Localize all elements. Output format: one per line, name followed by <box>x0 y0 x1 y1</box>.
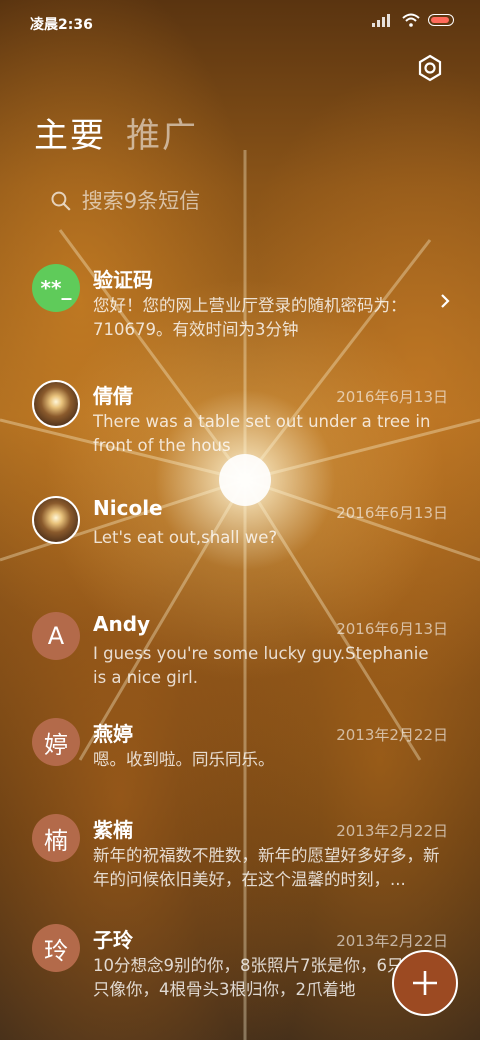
message-date: 2016年6月13日 <box>336 504 448 522</box>
avatar: 婷 <box>32 718 80 766</box>
list-item-andy[interactable]: A Andy 2016年6月13日 I guess you're some lu… <box>0 604 480 710</box>
list-item-zinan[interactable]: 楠 紫楠 2013年2月22日 新年的祝福数不胜数，新年的愿望好多好多，新年的问… <box>0 806 480 916</box>
message-date: 2013年2月22日 <box>336 726 448 744</box>
compose-button[interactable] <box>392 950 458 1016</box>
search-input[interactable] <box>79 188 460 214</box>
sender-name: 紫楠 <box>93 818 133 842</box>
message-date: 2016年6月13日 <box>336 620 448 638</box>
avatar <box>32 496 80 544</box>
message-snippet: There was a table set out under a tree i… <box>93 412 431 455</box>
message-snippet: 新年的祝福数不胜数，新年的愿望好多好多，新年的问候依旧美好，在这个温馨的时刻，.… <box>93 846 440 889</box>
list-item-nicole[interactable]: Nicole 2016年6月13日 Let's eat out,shall we… <box>0 488 480 604</box>
search-icon <box>51 191 71 211</box>
chevron-right-icon[interactable] <box>438 292 452 310</box>
sender-name: 燕婷 <box>93 722 133 746</box>
list-item-yanting[interactable]: 婷 燕婷 2013年2月22日 嗯。收到啦。同乐同乐。 <box>0 710 480 806</box>
message-list: **_ 验证码 您好！您的网上营业厅登录的随机密码为：710679。有效时间为3… <box>0 256 480 1032</box>
message-snippet: I guess you're some lucky guy.Stephanie … <box>93 644 429 687</box>
sender-name: 验证码 <box>93 268 153 292</box>
tab-bar: 主要 推广 <box>34 108 198 157</box>
message-date: 2013年2月22日 <box>336 822 448 840</box>
avatar <box>32 380 80 428</box>
messages-screen: 凌晨2:36 主要 推广 **_ 验证码 您好！您的网上营业厅登录的随机密码为：… <box>0 0 480 1040</box>
message-snippet: 嗯。收到啦。同乐同乐。 <box>93 750 275 769</box>
list-item-qianqian[interactable]: 倩倩 2016年6月13日 There was a table set out … <box>0 372 480 488</box>
avatar: A <box>32 612 80 660</box>
list-item-verification[interactable]: **_ 验证码 您好！您的网上营业厅登录的随机密码为：710679。有效时间为3… <box>0 256 480 372</box>
tab-primary[interactable]: 主要 <box>34 108 106 157</box>
plus-icon <box>413 971 437 995</box>
message-snippet: 您好！您的网上营业厅登录的随机密码为：710679。有效时间为3分钟 <box>93 296 407 339</box>
avatar: 楠 <box>32 814 80 862</box>
sender-name: Nicole <box>93 496 163 520</box>
battery-icon <box>428 14 454 26</box>
sender-name: 子玲 <box>93 928 133 952</box>
tab-promotions[interactable]: 推广 <box>126 108 198 157</box>
sender-name: Andy <box>93 612 151 636</box>
sender-name: 倩倩 <box>93 384 133 408</box>
avatar: **_ <box>32 264 80 312</box>
signal-icon <box>372 13 394 27</box>
message-date: 2016年6月13日 <box>336 388 448 406</box>
status-time: 凌晨2:36 <box>30 17 93 33</box>
message-snippet: Let's eat out,shall we? <box>93 528 278 547</box>
message-date: 2013年2月22日 <box>336 932 448 950</box>
status-icons <box>372 13 454 27</box>
avatar: 玲 <box>32 924 80 972</box>
wifi-icon <box>402 13 420 27</box>
search-bar[interactable] <box>24 176 460 226</box>
settings-icon[interactable] <box>416 54 444 82</box>
